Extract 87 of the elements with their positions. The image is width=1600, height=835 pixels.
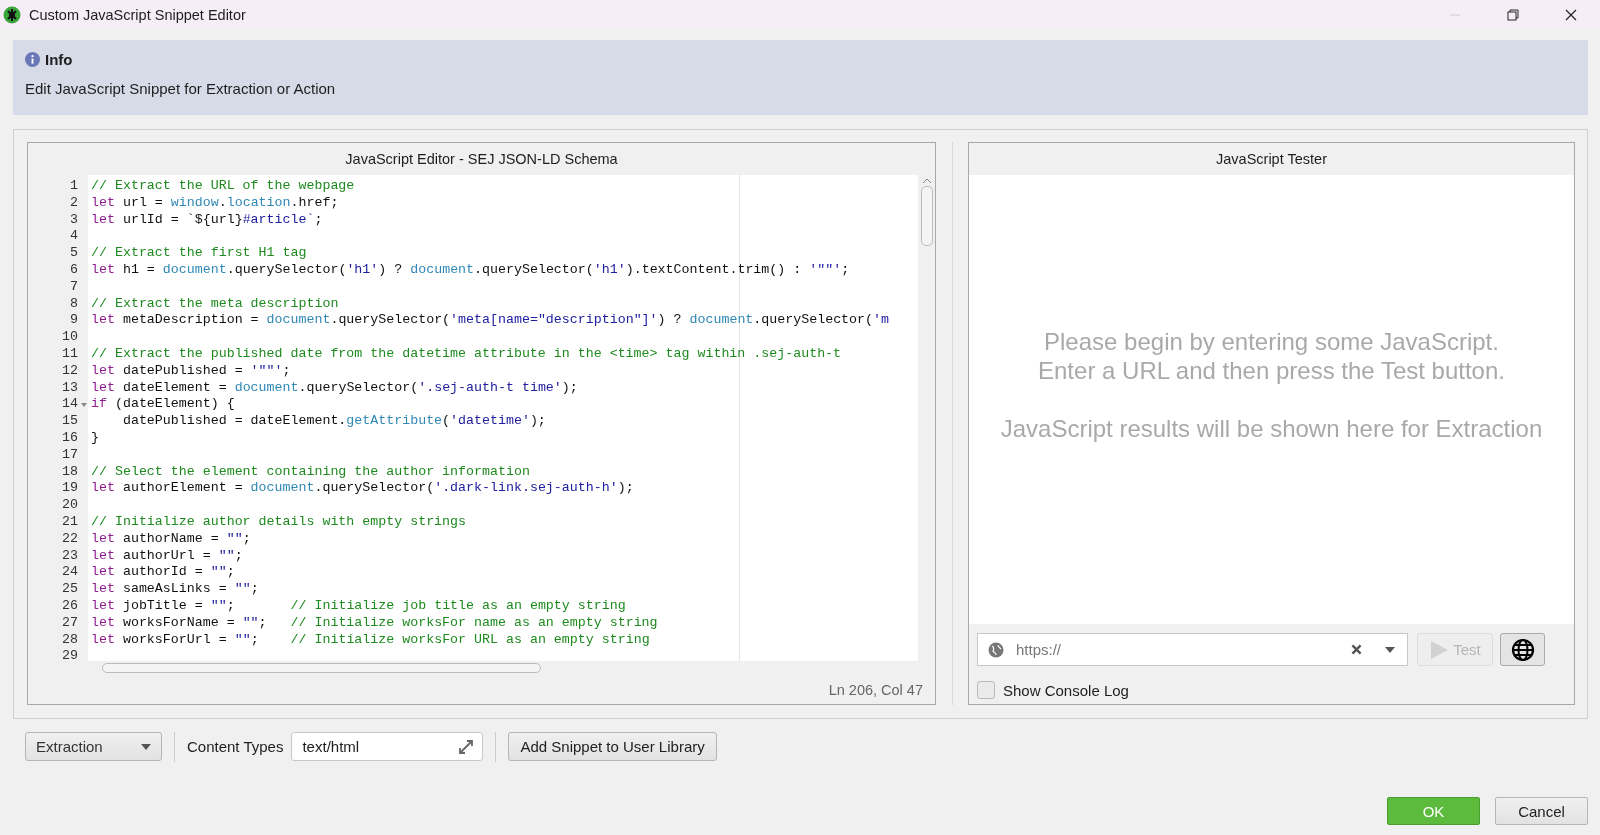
console-log-checkbox[interactable] — [977, 681, 995, 699]
code-line: } — [91, 429, 100, 447]
restore-icon[interactable] — [1507, 8, 1519, 21]
url-field[interactable]: https:// — [977, 633, 1408, 666]
editor-title: JavaScript Editor - SEJ JSON-LD Schema — [344, 150, 619, 169]
line-number: 23 — [62, 547, 79, 565]
code-line: let authorId = ""; — [91, 564, 236, 582]
code-line: // Select the element containing the author information — [91, 463, 531, 481]
line-number: 5 — [70, 245, 79, 262]
line-number: 2 — [70, 194, 79, 212]
code-line: let metaDescription = document.querySelector('meta[name="description"]') ? document.querySelector('m — [91, 312, 890, 330]
tester-title: JavaScript Tester — [1215, 150, 1328, 169]
line-number: 1 — [70, 178, 79, 195]
line-number: 3 — [70, 211, 79, 229]
fold-icon[interactable] — [80, 401, 88, 408]
line-number: 24 — [62, 564, 79, 582]
play-icon — [1429, 639, 1450, 660]
globe-icon — [1510, 637, 1535, 662]
code-line: let h1 = document.querySelector('h1') ? document.querySelector('h1').textContent.trim() : '""'; — [91, 262, 851, 279]
clear-icon[interactable] — [1350, 643, 1363, 656]
code-line: let dateElement = document.querySelector('.sej-auth-t time'); — [91, 379, 579, 397]
cursor-position: Ln 206, Col 47 — [828, 681, 923, 698]
code-line: let sameAsLinks = ""; — [91, 581, 260, 598]
scrollbar-thumb[interactable] — [102, 663, 541, 673]
line-number: 14 — [62, 396, 79, 414]
hint-text: Enter a URL and then press the Test button. — [1038, 355, 1505, 385]
dropdown-caret-icon[interactable] — [1385, 646, 1395, 653]
expand-icon[interactable] — [458, 738, 475, 755]
code-line: let worksForUrl = ""; // Initialize worksFor URL as an empty string — [91, 631, 651, 649]
scroll-up-icon[interactable] — [921, 178, 932, 184]
code-line: // Initialize author details with empty strings — [91, 513, 468, 531]
hint-text: JavaScript results will be shown here for Extraction — [1000, 413, 1543, 443]
code-line: // Extract the meta description — [91, 295, 340, 313]
app-logo-icon — [3, 5, 21, 24]
line-number: 13 — [62, 379, 79, 397]
code-line: let worksForName = ""; // Initialize worksFor name as an empty string — [91, 614, 659, 632]
code-line: datePublished = dateElement.getAttribute('datetime'); — [121, 413, 547, 430]
window-title: Custom JavaScript Snippet Editor — [29, 6, 247, 23]
line-number: 20 — [62, 497, 79, 514]
globe-icon — [988, 641, 1004, 658]
line-number: 29 — [62, 648, 79, 666]
code-line: let authorElement = document.querySelector('.dark-link.sej-auth-h'); — [91, 480, 635, 498]
line-number: 10 — [62, 329, 79, 346]
line-number: 16 — [62, 429, 79, 447]
line-number: 21 — [62, 513, 79, 531]
browser-button[interactable] — [1500, 633, 1545, 666]
info-icon — [25, 52, 40, 67]
line-number: 15 — [62, 413, 79, 430]
line-number: 28 — [62, 631, 79, 649]
hint-text: Please begin by entering some JavaScript. — [1044, 326, 1499, 356]
caret-icon — [141, 743, 151, 750]
line-number: 22 — [62, 530, 79, 548]
line-number: 19 — [62, 480, 79, 498]
scrollbar-thumb[interactable] — [920, 186, 933, 246]
code-line: if (dateElement) { — [91, 396, 236, 414]
line-number: 26 — [62, 597, 79, 615]
line-number: 11 — [62, 345, 79, 363]
console-log-label: Show Console Log — [1003, 681, 1129, 699]
line-number: 7 — [70, 278, 79, 296]
url-input[interactable]: https:// — [1014, 640, 1340, 659]
line-number: 25 — [62, 581, 79, 598]
code-line: let datePublished = '""'; — [91, 362, 292, 380]
mode-dropdown[interactable]: Extraction — [25, 732, 162, 761]
content-types-field[interactable]: text/html — [291, 732, 484, 761]
add-to-library-button[interactable]: Add Snippet to User Library — [508, 732, 717, 761]
code-line: let url = window.location.href; — [91, 194, 340, 212]
line-number: 27 — [62, 614, 79, 632]
info-heading: Info — [45, 51, 73, 68]
code-line: let authorName = ""; — [91, 530, 252, 548]
line-number: 18 — [62, 463, 79, 481]
line-number: 4 — [70, 228, 79, 246]
code-editor[interactable] — [88, 175, 918, 661]
code-line: let jobTitle = ""; // Initialize job title as an empty string — [91, 597, 627, 615]
line-number: 8 — [70, 295, 79, 313]
line-number: 12 — [62, 362, 79, 380]
line-number: 17 — [62, 446, 79, 464]
code-line: let authorUrl = ""; — [91, 547, 244, 565]
line-number: 9 — [70, 312, 79, 330]
line-number: 6 — [70, 262, 79, 279]
info-text: Edit JavaScript Snippet for Extraction or Action — [25, 80, 337, 97]
code-line: // Extract the URL of the webpage — [91, 178, 356, 195]
code-line: // Extract the first H1 tag — [91, 245, 308, 262]
code-line: // Extract the published date from the datetime attribute in the <time> tag within .sej-auth-t — [91, 345, 843, 363]
close-icon[interactable] — [1565, 8, 1577, 21]
content-types-label: Content Types — [187, 738, 284, 755]
dialog-button[interactable]: Cancel — [1495, 797, 1588, 825]
code-line: let urlId = `${url}#article`; — [91, 211, 324, 229]
